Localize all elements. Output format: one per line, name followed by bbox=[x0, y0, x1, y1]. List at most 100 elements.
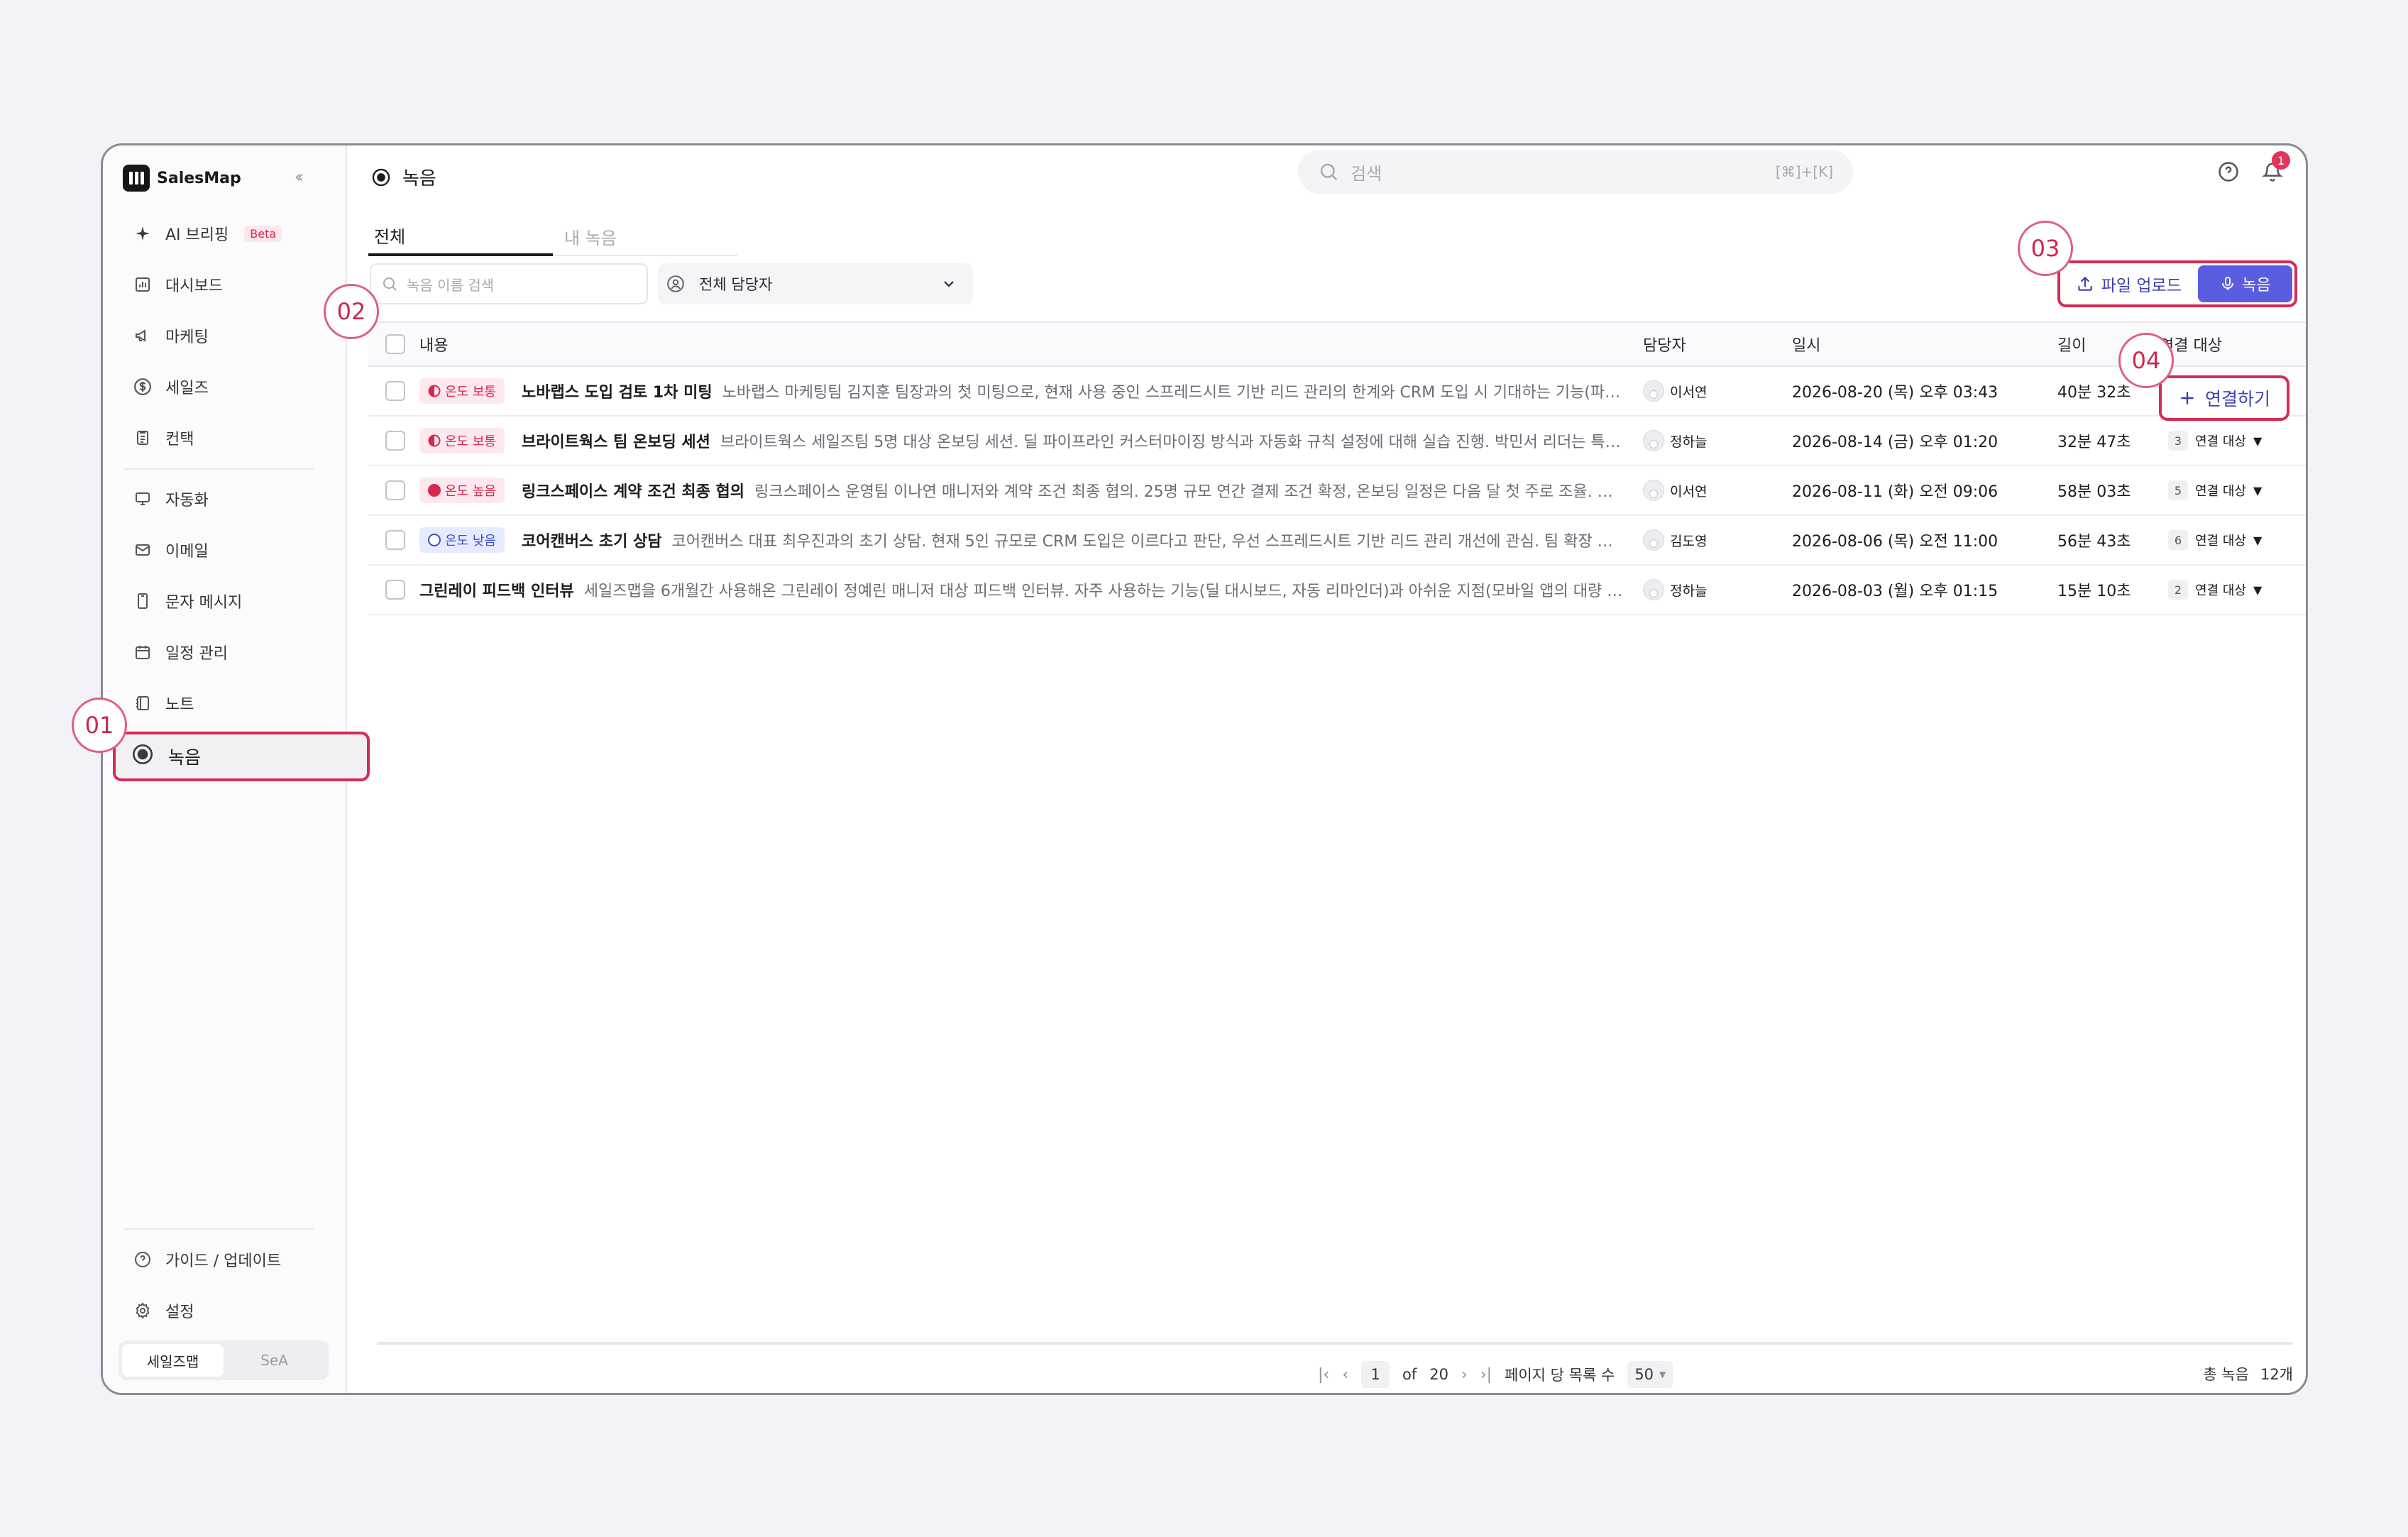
sidebar-item-label: 세일즈 bbox=[165, 380, 209, 397]
sidebar-item-guide[interactable]: 가이드 / 업데이트 bbox=[124, 1238, 323, 1281]
sidebar-item-dashboard[interactable]: 대시보드 bbox=[124, 263, 323, 306]
connect-button[interactable]: 연결하기 bbox=[2159, 375, 2289, 421]
recording-title[interactable]: 코어캔버스 초기 상담 bbox=[522, 529, 661, 551]
callout-badge-02: 02 bbox=[324, 284, 379, 339]
per-page-select[interactable]: 50 ▼ bbox=[1627, 1361, 1673, 1388]
monitor-icon bbox=[133, 489, 153, 509]
link-target-dropdown[interactable]: 2 연결 대상 ▼ bbox=[2168, 566, 2262, 614]
recording-search-input[interactable]: 녹음 이름 검색 bbox=[370, 263, 648, 304]
notification-count: 1 bbox=[2272, 151, 2290, 170]
sidebar-item-label: 컨택 bbox=[165, 431, 194, 448]
row-checkbox[interactable] bbox=[385, 417, 405, 465]
sidebar-item-sms[interactable]: 문자 메시지 bbox=[124, 580, 323, 622]
sidebar-item-email[interactable]: 이메일 bbox=[124, 529, 323, 571]
table-row[interactable]: 그린레이 피드백 인터뷰 세일즈맵을 6개월간 사용해온 그린레이 정예린 매니… bbox=[368, 566, 2306, 615]
sidebar-item-label: 마케팅 bbox=[165, 329, 209, 346]
row-owner: 이서연 bbox=[1643, 367, 1707, 415]
table-row[interactable]: 온도 높음 링크스페이스 계약 조건 최종 협의 링크스페이스 운영팀 이나연 … bbox=[368, 466, 2306, 516]
horizontal-scrollbar[interactable] bbox=[377, 1342, 2293, 1345]
table-row[interactable]: 온도 낮음 코어캔버스 초기 상담 코어캔버스 대표 최우진과의 초기 상담. … bbox=[368, 516, 2306, 566]
row-checkbox[interactable] bbox=[385, 367, 405, 415]
record-button[interactable]: 녹음 bbox=[2197, 265, 2292, 302]
row-checkbox[interactable] bbox=[385, 516, 405, 564]
app-name: SalesMap bbox=[157, 169, 241, 187]
table-row[interactable]: 온도 보통 브라이트웍스 팀 온보딩 세션 브라이트웍스 세일즈팀 5명 대상 … bbox=[368, 417, 2306, 466]
recording-title[interactable]: 브라이트웍스 팀 온보딩 세션 bbox=[522, 429, 710, 452]
sidebar-item-automation[interactable]: 자동화 bbox=[124, 478, 323, 520]
column-content[interactable]: 내용 bbox=[419, 323, 448, 365]
link-target-dropdown[interactable]: 3 연결 대상 ▼ bbox=[2168, 417, 2262, 465]
sidebar-divider bbox=[124, 1228, 314, 1230]
column-length[interactable]: 길이 bbox=[2057, 323, 2086, 365]
header-actions: 1 bbox=[2218, 151, 2290, 185]
avatar bbox=[1643, 480, 1664, 501]
link-target-dropdown[interactable]: 6 연결 대상 ▼ bbox=[2168, 516, 2262, 564]
row-length: 15분 10초 bbox=[2057, 583, 2131, 600]
select-all-checkbox[interactable] bbox=[385, 323, 405, 365]
sidebar-item-ai-briefing[interactable]: AI 브리핑 Beta bbox=[124, 212, 323, 255]
connect-button-label: 연결하기 bbox=[2204, 389, 2270, 409]
logo[interactable]: SalesMap bbox=[123, 165, 241, 192]
first-page-icon[interactable]: |‹ bbox=[1318, 1366, 1329, 1384]
recording-title[interactable]: 노바랩스 도입 검토 1차 미팅 bbox=[522, 380, 713, 402]
sidebar-item-marketing[interactable]: 마케팅 bbox=[124, 314, 323, 357]
sidebar-item-label: AI 브리핑 bbox=[165, 226, 229, 244]
total-count: 총 녹음 12개 bbox=[2203, 1366, 2293, 1383]
tab-all[interactable]: 전체 bbox=[368, 216, 553, 256]
recording-summary: 세일즈맵을 6개월간 사용해온 그린레이 정예린 매니저 대상 피드백 인터뷰.… bbox=[583, 583, 1626, 600]
row-owner: 정하늘 bbox=[1643, 417, 1707, 465]
empty-circle-icon bbox=[428, 534, 441, 546]
row-length: 58분 03초 bbox=[2057, 483, 2131, 501]
link-target-dropdown[interactable]: 5 연결 대상 ▼ bbox=[2168, 466, 2262, 514]
row-checkbox[interactable] bbox=[385, 466, 405, 514]
recording-title[interactable]: 그린레이 피드백 인터뷰 bbox=[419, 578, 574, 601]
notification-bell[interactable]: 1 bbox=[2261, 151, 2290, 185]
sidebar-item-recording[interactable]: 녹음 bbox=[113, 732, 370, 781]
last-page-icon[interactable]: ›| bbox=[1480, 1366, 1492, 1384]
table-row[interactable]: 온도 보통 노바랩스 도입 검토 1차 미팅 노바랩스 마케팅팀 김지훈 팀장과… bbox=[368, 367, 2306, 417]
column-date[interactable]: 일시 bbox=[1792, 323, 1820, 365]
column-owner[interactable]: 담당자 bbox=[1643, 323, 1686, 365]
workspace-option-sea[interactable]: SeA bbox=[224, 1344, 325, 1377]
sparkle-icon bbox=[133, 224, 153, 243]
avatar bbox=[1643, 430, 1664, 451]
prev-page-icon[interactable]: ‹ bbox=[1342, 1366, 1348, 1384]
help-icon[interactable] bbox=[2218, 161, 2239, 185]
next-page-icon[interactable]: › bbox=[1461, 1366, 1468, 1384]
caret-down-icon: ▼ bbox=[2253, 533, 2263, 547]
page-title: 녹음 bbox=[371, 164, 436, 190]
collapse-sidebar-icon[interactable]: ‹‹ bbox=[295, 167, 304, 187]
app-window: SalesMap ‹‹ AI 브리핑 Beta 대시보드 마케팅 세일즈 컨택 … bbox=[101, 143, 2308, 1395]
record-button-label: 녹음 bbox=[2242, 277, 2271, 294]
row-content: 온도 높음 링크스페이스 계약 조건 최종 협의 링크스페이스 운영팀 이나연 … bbox=[419, 466, 1626, 514]
owner-filter-select[interactable]: 전체 담당자 bbox=[658, 263, 973, 304]
workspace-switch: 세일즈맵 SeA bbox=[119, 1340, 329, 1380]
workspace-option-salesmap[interactable]: 세일즈맵 bbox=[122, 1344, 224, 1377]
caret-down-icon: ▼ bbox=[2253, 434, 2263, 448]
sidebar-item-sales[interactable]: 세일즈 bbox=[124, 365, 323, 408]
sidebar-item-contact[interactable]: 컨택 bbox=[124, 417, 323, 459]
row-length: 32분 47초 bbox=[2057, 434, 2131, 451]
current-page-input[interactable]: 1 bbox=[1361, 1361, 1390, 1388]
record-icon bbox=[372, 168, 390, 186]
sidebar-item-calendar[interactable]: 일정 관리 bbox=[124, 631, 323, 673]
file-upload-button[interactable]: 파일 업로드 bbox=[2062, 265, 2195, 302]
note-icon bbox=[133, 693, 153, 713]
owner-filter-value: 전체 담당자 bbox=[699, 276, 773, 293]
row-content: 온도 보통 브라이트웍스 팀 온보딩 세션 브라이트웍스 세일즈팀 5명 대상 … bbox=[419, 417, 1626, 465]
sidebar-item-label: 일정 관리 bbox=[165, 645, 228, 663]
sidebar-item-settings[interactable]: 설정 bbox=[124, 1289, 323, 1332]
chart-icon bbox=[133, 275, 153, 294]
recording-title[interactable]: 링크스페이스 계약 조건 최종 협의 bbox=[522, 479, 744, 502]
row-date: 2026-08-03 (월) 오후 01:15 bbox=[1792, 583, 1999, 600]
row-checkbox[interactable] bbox=[385, 566, 405, 614]
row-owner: 이서연 bbox=[1643, 466, 1707, 514]
sidebar-divider bbox=[124, 468, 314, 470]
tab-my-recordings[interactable]: 내 녹음 bbox=[559, 216, 737, 256]
recording-tabs: 전체 내 녹음 bbox=[368, 216, 737, 256]
temperature-tag: 온도 높음 bbox=[419, 478, 505, 503]
sidebar-item-note[interactable]: 노트 bbox=[124, 682, 323, 725]
row-date: 2026-08-06 (목) 오전 11:00 bbox=[1792, 533, 1999, 551]
global-search[interactable]: 검색 [⌘]+[K] bbox=[1298, 150, 1853, 194]
temperature-tag: 온도 보통 bbox=[419, 378, 505, 404]
